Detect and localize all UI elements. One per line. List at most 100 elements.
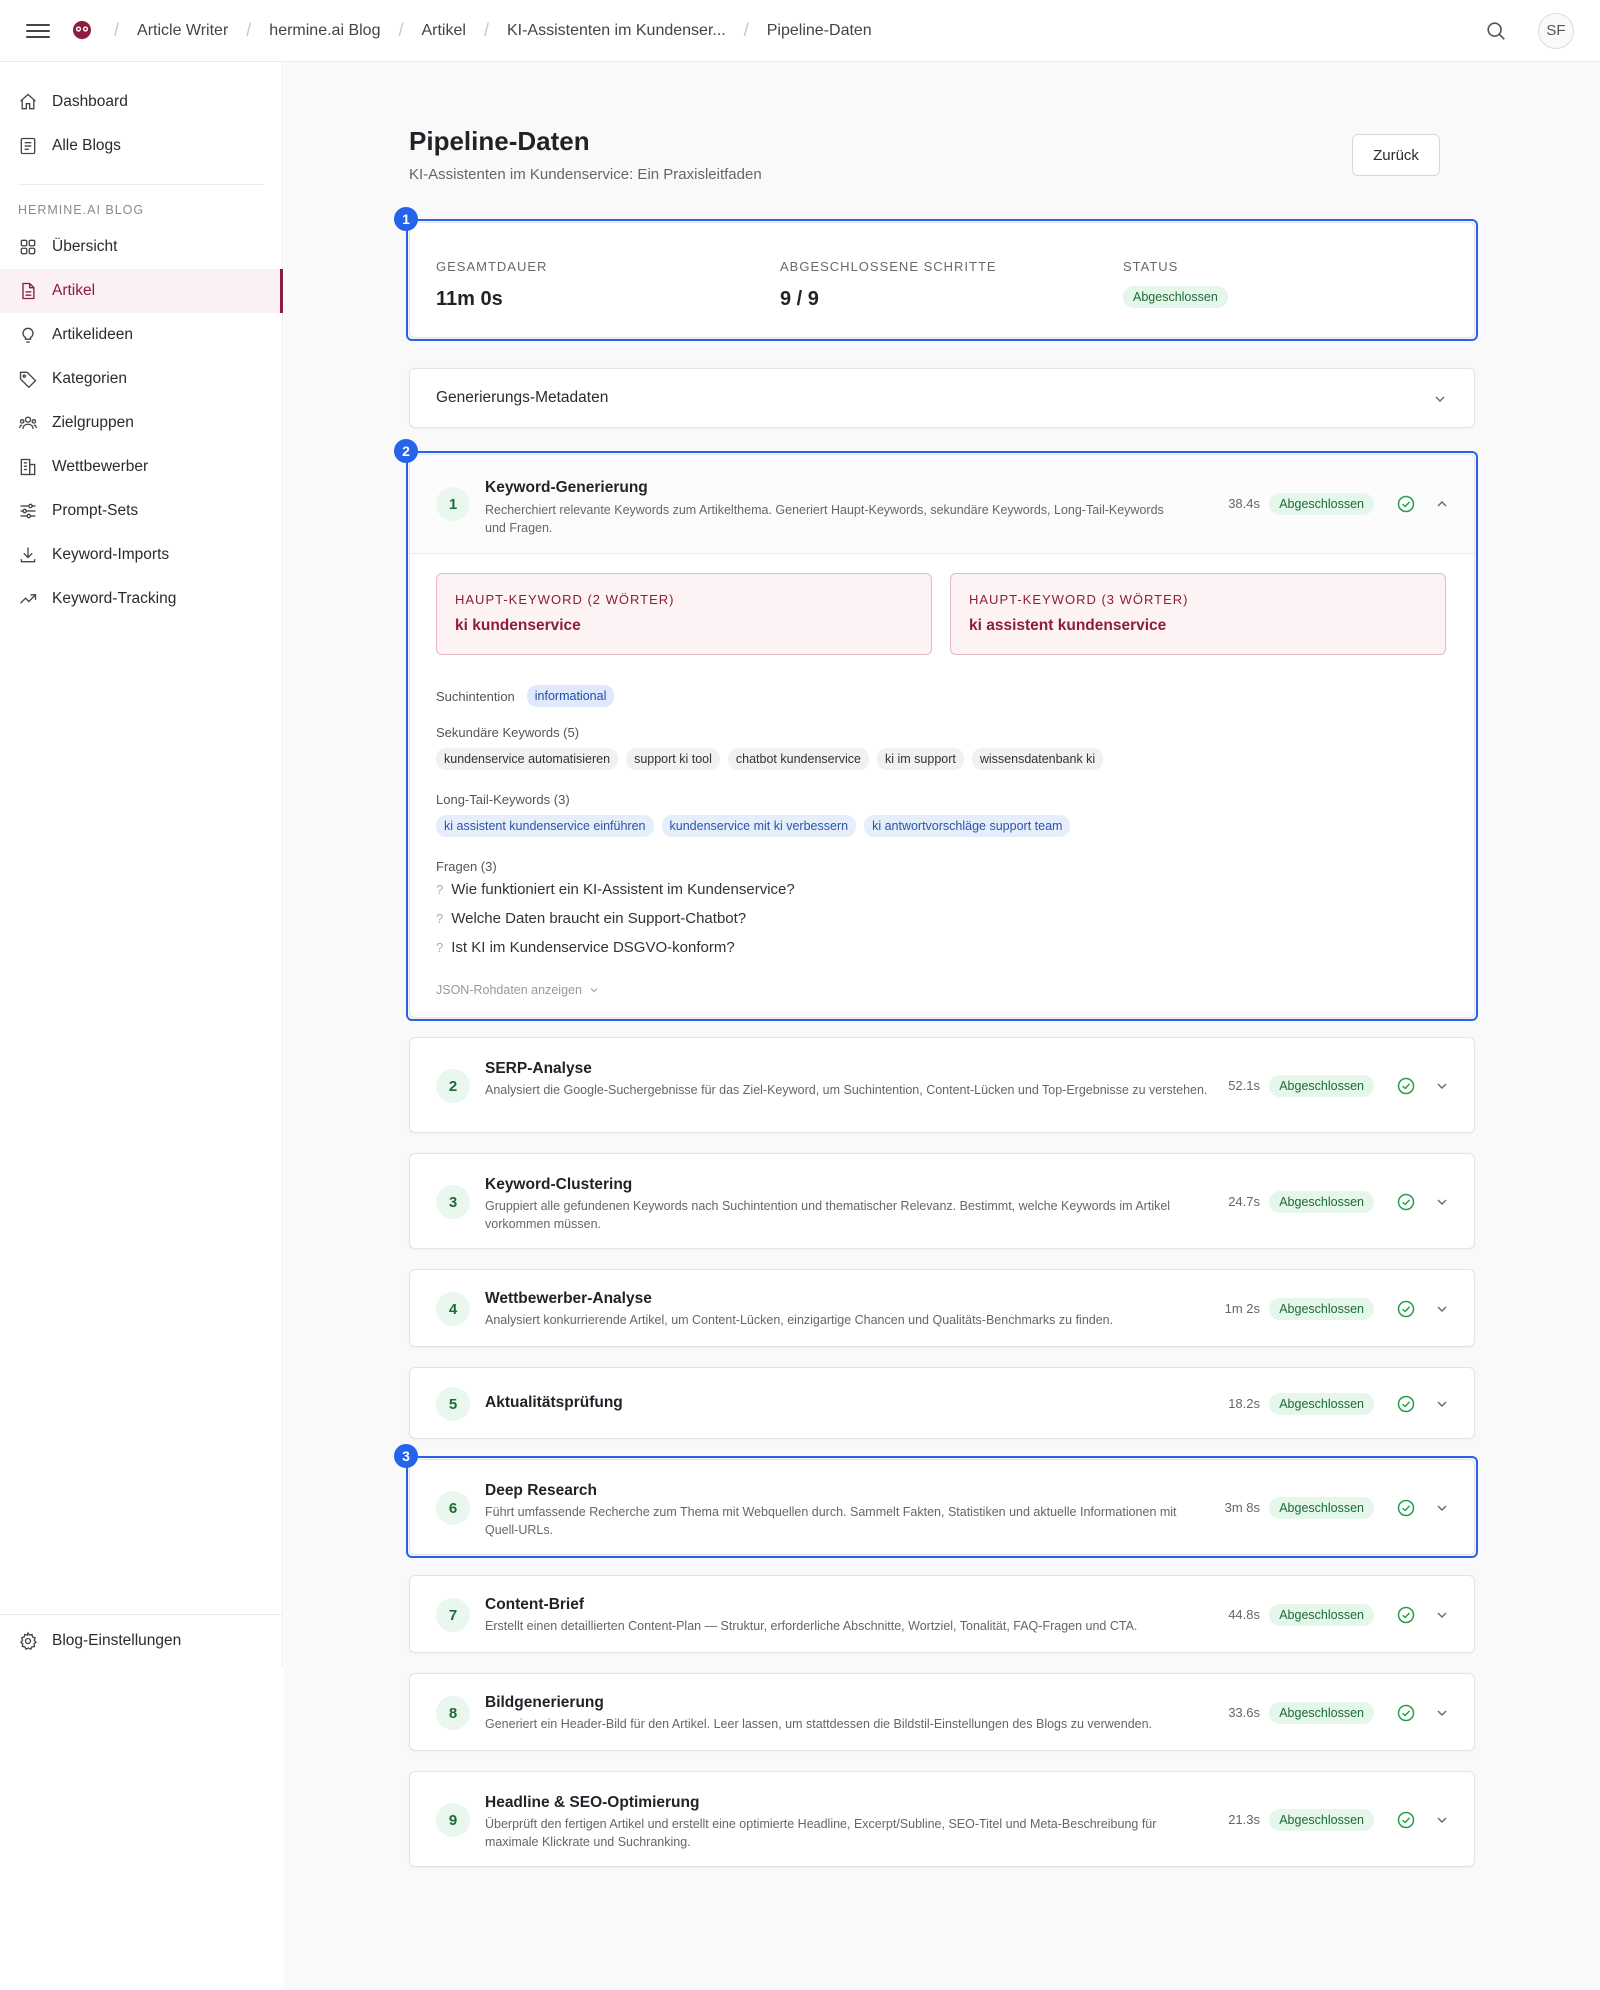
step-number: 2 [436,1069,470,1103]
chevron-down-icon[interactable] [1434,1500,1450,1516]
download-icon [20,547,36,563]
sidebar-item-label: Alle Blogs [52,137,121,154]
sidebar-divider [18,184,264,185]
step-status-badge: Abgeschlossen [1269,1191,1374,1213]
breadcrumb-article[interactable]: KI-Assistenten im Kundenser... [507,22,726,40]
breadcrumb-current: Pipeline-Daten [766,21,872,39]
sidebar-item-categories[interactable]: Kategorien [0,357,282,401]
sidebar-item-all-blogs[interactable]: Alle Blogs [0,124,282,168]
step-number: 5 [436,1387,470,1421]
breadcrumb-separator: / [398,20,404,40]
sidebar-item-label: Kategorien [52,370,127,387]
step-title: Bildgenerierung [485,1694,604,1711]
sidebar-item-prompt-sets[interactable]: Prompt-Sets [0,489,282,533]
main-keyword-2-label: HAUPT-KEYWORD (2 WÖRTER) [455,592,675,607]
main-keyword-3-value: ki assistent kundenservice [969,617,1167,634]
sidebar-footer: Blog-Einstellungen [0,1614,282,1667]
sidebar-item-label: Keyword-Tracking [52,590,177,607]
gear-icon [19,1631,37,1651]
chevron-down-icon[interactable] [1434,1194,1450,1210]
sidebar-item-audiences[interactable]: Zielgruppen [0,401,282,445]
main-keyword-2-box: HAUPT-KEYWORD (2 WÖRTER) ki kundenservic… [436,573,932,655]
hermine-logo[interactable] [68,17,96,45]
step-description: Führt umfassende Recherche zum Thema mit… [485,1505,1177,1537]
question-text: Welche Daten braucht ein Support-Chatbot… [451,910,747,927]
step-number: 9 [436,1803,470,1837]
sidebar-item-keyword-tracking[interactable]: Keyword-Tracking [0,577,282,621]
step-status-badge: Abgeschlossen [1269,1075,1374,1097]
sidebar-item-label: Dashboard [52,93,128,110]
question-mark-icon: ? [436,882,444,897]
step-description: Generiert ein Header-Bild für den Artike… [485,1717,1153,1731]
step-duration: 18.2s [1228,1396,1260,1411]
sidebar-item-competitors[interactable]: Wettbewerber [0,445,282,489]
step-title: SERP-Analyse [485,1060,592,1077]
sidebar-item-label: Wettbewerber [52,458,149,475]
search-icon[interactable] [1482,17,1510,45]
chevron-down-icon[interactable] [1432,391,1448,407]
step-card-7[interactable]: 7 Content-Brief Erstellt einen detaillie… [409,1575,1475,1653]
breadcrumb-article-writer[interactable]: Article Writer [137,22,228,40]
chevron-down-icon[interactable] [1434,1396,1450,1412]
question-item: ? Ist KI im Kundenservice DSGVO-konform? [436,939,735,956]
step-description: Erstellt einen detaillierten Content-Pla… [485,1619,1138,1633]
chevron-down-icon[interactable] [1434,1705,1450,1721]
status: STATUS Abgeschlossen [1123,259,1228,308]
check-circle-icon [1397,1499,1415,1517]
step-duration: 24.7s [1228,1194,1260,1209]
step-number: 3 [436,1185,470,1219]
chevron-down-icon[interactable] [1434,1607,1450,1623]
metadata-accordion[interactable]: Generierungs-Metadaten [409,368,1475,428]
chevron-down-icon[interactable] [1434,1078,1450,1094]
step-title: Wettbewerber-Analyse [485,1290,652,1307]
step-status-badge: Abgeschlossen [1269,1809,1374,1831]
sidebar-item-label: Blog-Einstellungen [52,1632,182,1649]
sidebar-item-keyword-imports[interactable]: Keyword-Imports [0,533,282,577]
search-intent-chip: informational [526,685,615,707]
question-item: ? Welche Daten braucht ein Support-Chatb… [436,910,746,927]
step-duration: 1m 2s [1224,1301,1260,1316]
menu-icon[interactable] [26,19,50,43]
breadcrumb-blog[interactable]: hermine.ai Blog [269,22,380,40]
chevron-up-icon[interactable] [1434,496,1450,512]
step-description: Überprüft den fertigen Artikel und erste… [485,1817,1157,1849]
step-title: Aktualitätsprüfung [485,1394,623,1411]
step-duration: 21.3s [1228,1812,1260,1827]
sidebar-item-dashboard[interactable]: Dashboard [0,80,282,124]
show-json-link[interactable]: JSON-Rohdaten anzeigen [436,983,600,997]
chevron-down-icon[interactable] [1434,1301,1450,1317]
sidebar-item-blog-settings[interactable]: Blog-Einstellungen [0,1619,282,1663]
step-card-3[interactable]: 3 Keyword-Clustering Gruppiert alle gefu… [409,1153,1475,1249]
step-header-1[interactable]: 1 Keyword-Generierung Recherchiert relev… [410,455,1474,554]
completed-steps-value: 9 / 9 [780,288,819,310]
step-duration: 33.6s [1228,1705,1260,1720]
sidebar-item-overview[interactable]: Übersicht [0,225,282,269]
chevron-down-icon[interactable] [1434,1812,1450,1828]
step-card-9[interactable]: 9 Headline & SEO-Optimierung Überprüft d… [409,1771,1475,1867]
breadcrumb-articles[interactable]: Artikel [421,22,465,40]
sidebar-item-label: Zielgruppen [52,414,134,431]
question-mark-icon: ? [436,940,444,955]
sidebar-item-articles[interactable]: Artikel [0,269,283,313]
blogs-icon [20,137,36,155]
check-circle-icon [1397,1606,1415,1624]
step-status-badge: Abgeschlossen [1269,1393,1374,1415]
completed-steps: ABGESCHLOSSENE SCHRITTE 9 / 9 [780,259,997,311]
user-avatar[interactable]: SF [1538,12,1574,49]
sidebar-item-article-ideas[interactable]: Artikelideen [0,313,282,357]
step-card-8[interactable]: 8 Bildgenerierung Generiert ein Header-B… [409,1673,1475,1751]
step-card-2[interactable]: 2 SERP-Analyse Analysiert die Google-Suc… [409,1037,1475,1133]
step-status-badge: Abgeschlossen [1269,1702,1374,1724]
annotation-marker-1: 1 [394,207,418,231]
building-icon [20,458,36,476]
check-circle-icon [1397,1077,1415,1095]
check-circle-icon [1397,1193,1415,1211]
step-card-5[interactable]: 5 Aktualitätsprüfung 18.2s Abgeschlossen [409,1367,1475,1439]
step-card-6[interactable]: 6 Deep Research Führt umfassende Recherc… [409,1459,1475,1555]
breadcrumb-separator: / [743,20,749,40]
longtail-chip: ki antwortvorschläge support team [864,815,1071,837]
step-duration: 52.1s [1228,1078,1260,1093]
step-card-4[interactable]: 4 Wettbewerber-Analyse Analysiert konkur… [409,1269,1475,1347]
completed-steps-label: ABGESCHLOSSENE SCHRITTE [780,259,997,274]
back-button[interactable]: Zurück [1352,134,1440,176]
